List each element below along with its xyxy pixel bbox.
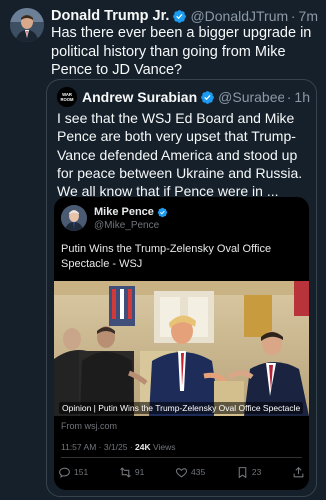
repost-button: 91: [119, 466, 144, 479]
verified-badge-icon: [172, 9, 187, 24]
bookmark-icon: [238, 466, 247, 478]
quote-header: WAR ROOM Andrew Surabian @Surabees · 1h: [57, 87, 310, 107]
author-name[interactable]: Donald Trump Jr.: [51, 8, 169, 24]
like-count: 435: [191, 467, 206, 477]
tweet-text: Has there ever been a bigger upgrade in …: [51, 25, 312, 78]
link-source: From wsj.com: [61, 421, 117, 431]
divider: [61, 457, 302, 458]
separator-dot: ·: [290, 8, 296, 24]
embedded-tweet-text: Putin Wins the Trump-Zelensky Oval Offic…: [61, 243, 272, 270]
quote-author-name[interactable]: Andrew Surabian: [82, 89, 197, 105]
quote-time[interactable]: 1h: [294, 89, 310, 105]
bookmark-button: 23: [236, 466, 261, 479]
quote-avatar[interactable]: WAR ROOM: [57, 87, 77, 107]
tweet: Donald Trump Jr. @DonaldJTrum... · 7m Ha…: [0, 0, 326, 500]
reply-icon: [59, 467, 70, 478]
like-button: 435: [175, 466, 205, 479]
embedded-screenshot[interactable]: Mike Pence @Mike_Pence Putin Wins the Tr…: [54, 197, 309, 490]
quoted-tweet[interactable]: WAR ROOM Andrew Surabian @Surabees · 1h …: [46, 79, 317, 497]
reply-count: 151: [74, 467, 89, 477]
action-bar: 151 91 435 23: [58, 464, 305, 480]
separator-dot: ·: [286, 89, 292, 105]
quote-text: I see that the WSJ Ed Board and Mike Pen…: [57, 110, 303, 200]
heart-icon: [175, 467, 188, 477]
share-button: [292, 466, 305, 479]
image-caption: Opinion | Putin Wins the Trump-Zelensky …: [59, 402, 304, 414]
embedded-avatar: [61, 205, 87, 231]
embedded-author: Mike Pence: [94, 206, 168, 218]
embedded-meta: 11:57 AM · 3/1/25 · 24K Views: [61, 442, 176, 452]
tweet-header: Donald Trump Jr. @DonaldJTrum... · 7m: [51, 6, 318, 26]
news-photo: [54, 281, 309, 416]
embedded-author-name: Mike Pence: [94, 206, 154, 218]
tweet-time[interactable]: 7m: [299, 8, 318, 24]
views-label: Views: [153, 442, 176, 452]
avatar[interactable]: [10, 8, 44, 42]
embedded-timestamp: 11:57 AM · 3/1/25 ·: [61, 442, 133, 452]
author-handle[interactable]: @DonaldJTrum...: [190, 8, 287, 24]
views-count: 24K: [135, 442, 151, 452]
quote-author-handle[interactable]: @Surabees: [218, 89, 284, 105]
verified-badge-icon: [157, 207, 168, 218]
repost-icon: [120, 466, 131, 478]
reply-button: 151: [58, 466, 88, 479]
share-icon: [293, 466, 304, 477]
bookmark-count: 23: [251, 467, 262, 477]
repost-count: 91: [134, 467, 145, 477]
verified-badge-icon: [200, 90, 215, 105]
embedded-author-handle: @Mike_Pence: [94, 220, 160, 231]
svg-text:ROOM: ROOM: [60, 97, 74, 102]
